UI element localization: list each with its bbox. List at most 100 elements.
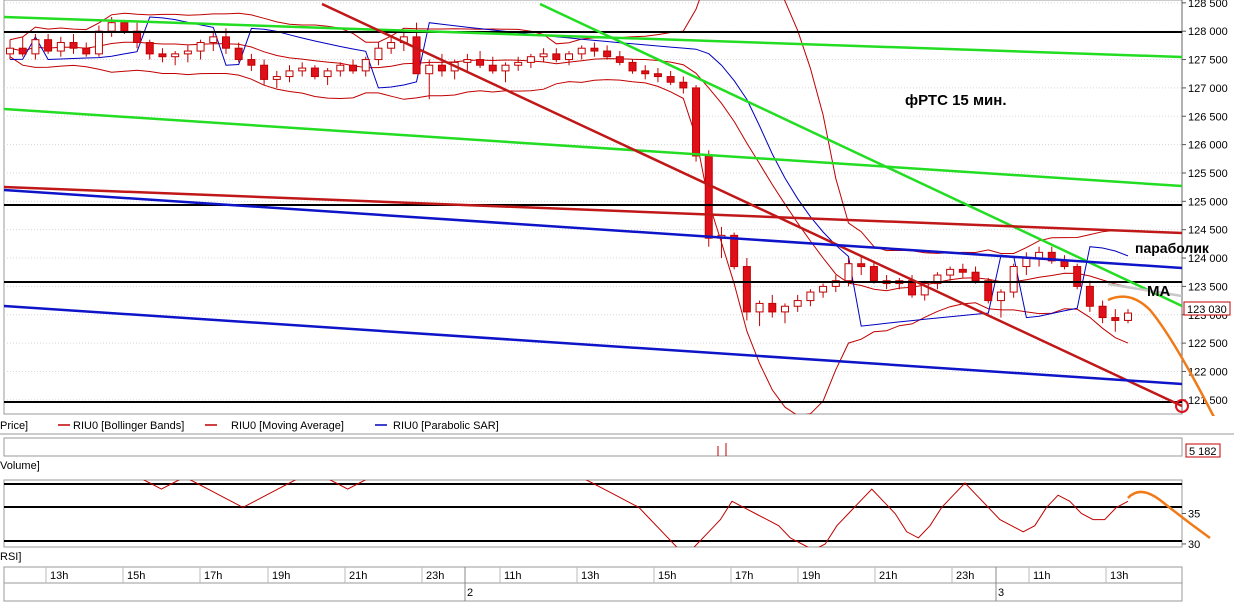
candle-up	[196, 42, 205, 52]
hour-label: 23h	[426, 570, 444, 582]
hour-label: 17h	[735, 570, 753, 582]
candle-down	[971, 271, 980, 282]
price-tick-label: 125 000	[1188, 196, 1228, 208]
day-label: 2	[467, 587, 473, 599]
candle-down	[158, 53, 167, 58]
candle-down	[742, 266, 751, 313]
candle-up	[1124, 312, 1132, 321]
annotation-parabolic: параболик	[1135, 240, 1210, 256]
rsi-tick-label: 35	[1188, 509, 1200, 521]
candle-down	[958, 268, 967, 273]
price-tick-label: 128 500	[1188, 0, 1228, 10]
candle-down	[857, 263, 866, 268]
hour-label: 21h	[349, 570, 367, 582]
candle-down	[488, 64, 497, 72]
legend-bar	[0, 416, 1234, 434]
annotation-ma: MA	[1147, 283, 1170, 300]
price-axis: 121 500122 000122 500123 000123 500124 0…	[1182, 0, 1228, 407]
price-tick-label: 128 000	[1188, 26, 1228, 38]
candle-down	[628, 61, 637, 72]
hour-label: 13h	[50, 570, 68, 582]
candle-up	[501, 64, 510, 72]
candle-up	[819, 285, 828, 293]
candle-up	[565, 53, 573, 61]
candle-down	[1085, 285, 1094, 307]
hour-label: 19h	[272, 570, 290, 582]
candle-up	[336, 64, 345, 72]
price-tick-label: 127 000	[1188, 83, 1228, 95]
candle-up	[209, 36, 218, 44]
candle-up	[1022, 257, 1031, 268]
candle-up	[946, 268, 955, 276]
candle-up	[272, 76, 281, 80]
candle-down	[1111, 317, 1120, 321]
hour-label: 19h	[802, 570, 820, 582]
candle-up	[463, 59, 472, 63]
candle-down	[984, 280, 993, 302]
candle-down	[1073, 266, 1082, 287]
candle-down	[310, 67, 319, 78]
candle-up	[361, 59, 370, 72]
candle-up	[780, 305, 789, 313]
candle-up	[526, 56, 535, 63]
candle-down	[44, 39, 53, 52]
candle-down	[869, 266, 878, 282]
hour-label: 17h	[204, 570, 222, 582]
candle-down	[590, 47, 599, 52]
rsi-panel	[3, 479, 1183, 548]
candle-up	[171, 53, 180, 58]
volume-label: Volume]	[0, 460, 40, 472]
candle-up	[844, 263, 853, 282]
hour-label: 15h	[127, 570, 145, 582]
candle-down	[69, 42, 78, 49]
candle-down	[260, 64, 269, 80]
candle-down	[666, 76, 675, 83]
hour-label: 15h	[658, 570, 676, 582]
hour-label: 11h	[504, 570, 522, 582]
legend-bollinger: RIU0 [Bollinger Bands]	[73, 420, 184, 432]
candle-down	[234, 47, 243, 61]
candle-down	[653, 73, 662, 78]
candle-down	[603, 50, 612, 58]
rsi-tick-label: 30	[1188, 539, 1200, 551]
price-tick-label: 123 500	[1188, 281, 1228, 293]
last-price-label: 123 030	[1187, 304, 1227, 316]
candle-up	[298, 67, 307, 72]
candle-down	[82, 47, 91, 55]
price-tick-label: 124 500	[1188, 225, 1228, 237]
candle-up	[793, 300, 802, 307]
day-label: 3	[998, 587, 1004, 599]
candle-up	[31, 39, 40, 55]
candle-up	[539, 53, 548, 58]
candle-up	[94, 30, 103, 55]
price-tick-label: 126 000	[1188, 140, 1228, 152]
hour-label: 13h	[1110, 570, 1128, 582]
candle-down	[437, 64, 446, 72]
candle-down	[768, 302, 777, 313]
candle-up	[996, 291, 1005, 302]
legend-moving-average: RIU0 [Moving Average]	[231, 420, 344, 432]
candle-up	[806, 291, 815, 302]
candle-up	[387, 42, 396, 49]
legend-parabolic: RIU0 [Parabolic SAR]	[393, 420, 499, 432]
candle-down	[412, 36, 421, 75]
volume-panel	[3, 437, 1183, 457]
candle-up	[323, 70, 332, 78]
candle-up	[425, 64, 434, 75]
candle-down	[247, 59, 256, 66]
volume-value-label: 5 182	[1189, 446, 1217, 458]
chart-title: фРТС 15 мин.	[905, 92, 1007, 109]
hour-label: 21h	[879, 570, 897, 582]
candle-up	[6, 47, 14, 55]
candle-up	[1009, 266, 1018, 293]
candle-up	[755, 302, 764, 313]
candle-down	[221, 36, 230, 49]
candle-up	[577, 47, 586, 55]
candle-up	[374, 47, 383, 61]
candle-down	[730, 234, 739, 268]
candle-down	[120, 22, 129, 32]
hour-label: 23h	[956, 570, 974, 582]
candle-down	[704, 155, 713, 239]
candle-up	[514, 61, 523, 66]
price-tick-label: 127 500	[1188, 55, 1228, 67]
